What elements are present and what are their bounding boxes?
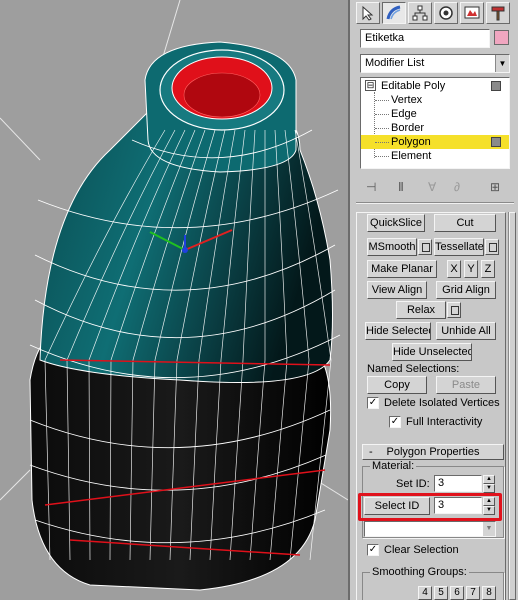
object-name-field[interactable]: Etiketka <box>360 29 490 48</box>
stack-toolbar: ⊣ Ⅱ ∀ ∂ ⊞ <box>358 178 512 198</box>
stack-item-element[interactable]: Element <box>361 149 509 163</box>
panel-scrollbar[interactable] <box>508 212 516 600</box>
configure-sets-icon[interactable]: ⊞ <box>490 180 500 194</box>
tree-branch <box>375 156 389 157</box>
set-id-spinner[interactable]: ▲ ▼ <box>483 475 495 493</box>
stack-item-label: Element <box>391 150 432 162</box>
tree-branch <box>375 114 389 115</box>
collapse-toggle-icon[interactable]: ⊟ <box>365 80 376 91</box>
scrollbar-thumb[interactable] <box>509 212 516 600</box>
stack-item-edge[interactable]: Edge <box>361 107 509 121</box>
view-align-button[interactable]: View Align <box>367 281 427 299</box>
smoothing-group-button[interactable]: 4 <box>418 586 432 600</box>
set-id-field[interactable]: 3 <box>434 475 482 492</box>
tree-branch <box>375 128 389 129</box>
rollout-title: Polygon Properties <box>386 446 480 458</box>
clear-selection-checkbox[interactable]: ✓ <box>367 544 379 556</box>
command-panel-tabs <box>356 2 516 24</box>
smoothing-groups-label: Smoothing Groups: <box>370 566 469 578</box>
hide-unselected-button[interactable]: Hide Unselected <box>392 343 472 361</box>
planar-y-button[interactable]: Y <box>464 260 478 278</box>
stack-item-border[interactable]: Border <box>361 121 509 135</box>
show-end-result-icon[interactable]: Ⅱ <box>398 180 404 194</box>
select-id-highlight-box <box>358 493 502 521</box>
bottle-opening-inner <box>183 72 261 118</box>
relax-button[interactable]: Relax <box>396 301 446 319</box>
display-icon <box>464 6 480 19</box>
set-id-label: Set ID: <box>396 478 430 490</box>
hierarchy-icon <box>412 5 428 21</box>
tessellate-settings-icon[interactable] <box>485 239 499 255</box>
grid-align-button[interactable]: Grid Align <box>436 281 496 299</box>
tree-branch <box>375 100 389 101</box>
subobject-indicator-icon <box>491 137 501 147</box>
smoothing-group-button[interactable]: 6 <box>450 586 464 600</box>
cut-button[interactable]: Cut <box>434 214 496 232</box>
utilities-hammer-icon <box>491 6 505 21</box>
modifier-on-icon[interactable] <box>491 81 501 91</box>
tab-create[interactable] <box>356 2 380 24</box>
msmooth-button[interactable]: MSmooth <box>367 238 417 256</box>
modifier-list-dropdown[interactable]: Modifier List ▼ <box>360 54 510 73</box>
clear-selection-label: Clear Selection <box>384 544 459 556</box>
msmooth-settings-icon[interactable] <box>418 239 432 255</box>
divider <box>356 202 514 204</box>
bottle-mesh-render <box>0 0 348 591</box>
hide-selected-button[interactable]: Hide Selected <box>365 322 431 340</box>
stack-item-label: Border <box>391 122 425 134</box>
polygon-properties-header[interactable]: - Polygon Properties <box>362 444 504 460</box>
stack-item-label: Polygon <box>391 136 431 148</box>
gizmo-center <box>182 247 188 253</box>
modifier-list-label: Modifier List <box>365 57 425 69</box>
quickslice-button[interactable]: QuickSlice <box>367 214 425 232</box>
smoothing-group-button[interactable]: 5 <box>434 586 448 600</box>
relax-settings-icon[interactable] <box>447 302 461 318</box>
planar-z-button[interactable]: Z <box>481 260 495 278</box>
modify-bend-icon <box>386 5 401 20</box>
copy-button[interactable]: Copy <box>367 376 427 394</box>
smoothing-group-button[interactable]: 8 <box>482 586 496 600</box>
full-interactivity-checkbox[interactable]: ✓ <box>389 416 401 428</box>
paste-button[interactable]: Paste <box>436 376 496 394</box>
tab-motion[interactable] <box>434 2 458 24</box>
unhide-all-button[interactable]: Unhide All <box>436 322 496 340</box>
delete-isolated-label: Delete Isolated Vertices <box>384 397 500 409</box>
remove-modifier-icon[interactable]: ∂ <box>454 180 460 194</box>
dropdown-arrow-icon[interactable]: ▼ <box>483 522 495 536</box>
stack-item-label: Editable Poly <box>381 80 446 92</box>
grid-line <box>0 469 31 501</box>
smoothing-group-button[interactable]: 7 <box>466 586 480 600</box>
stack-item-label: Edge <box>391 108 417 120</box>
tab-utilities[interactable] <box>486 2 510 24</box>
grid-line <box>0 117 41 161</box>
stack-item-polygon[interactable]: Polygon <box>361 135 509 149</box>
create-arrow-icon <box>362 5 374 21</box>
named-selections-label: Named Selections: <box>367 363 460 375</box>
make-unique-icon[interactable]: ∀ <box>428 180 436 194</box>
tab-hierarchy[interactable] <box>408 2 432 24</box>
material-label: Material: <box>370 460 417 472</box>
motion-icon <box>439 6 453 20</box>
stack-item-editable-poly[interactable]: ⊟ Editable Poly <box>361 79 509 93</box>
material-name-dropdown[interactable] <box>364 521 496 537</box>
tessellate-button[interactable]: Tessellate <box>434 238 484 256</box>
make-planar-button[interactable]: Make Planar <box>367 260 437 278</box>
planar-x-button[interactable]: X <box>447 260 461 278</box>
object-color-swatch[interactable] <box>494 30 509 45</box>
dropdown-arrow-icon[interactable]: ▼ <box>495 55 509 72</box>
stack-item-label: Vertex <box>391 94 423 106</box>
tab-display[interactable] <box>460 2 484 24</box>
full-interactivity-label: Full Interactivity <box>406 416 483 428</box>
tree-branch <box>375 142 389 143</box>
pin-stack-icon[interactable]: ⊣ <box>366 180 376 194</box>
tab-modify[interactable] <box>382 2 406 24</box>
modifier-stack: ⊟ Editable Poly Vertex Edge Border Polygon E… <box>360 77 510 169</box>
delete-isolated-checkbox[interactable]: ✓ <box>367 397 379 409</box>
stack-item-vertex[interactable]: Vertex <box>361 93 509 107</box>
perspective-viewport[interactable] <box>0 0 350 600</box>
